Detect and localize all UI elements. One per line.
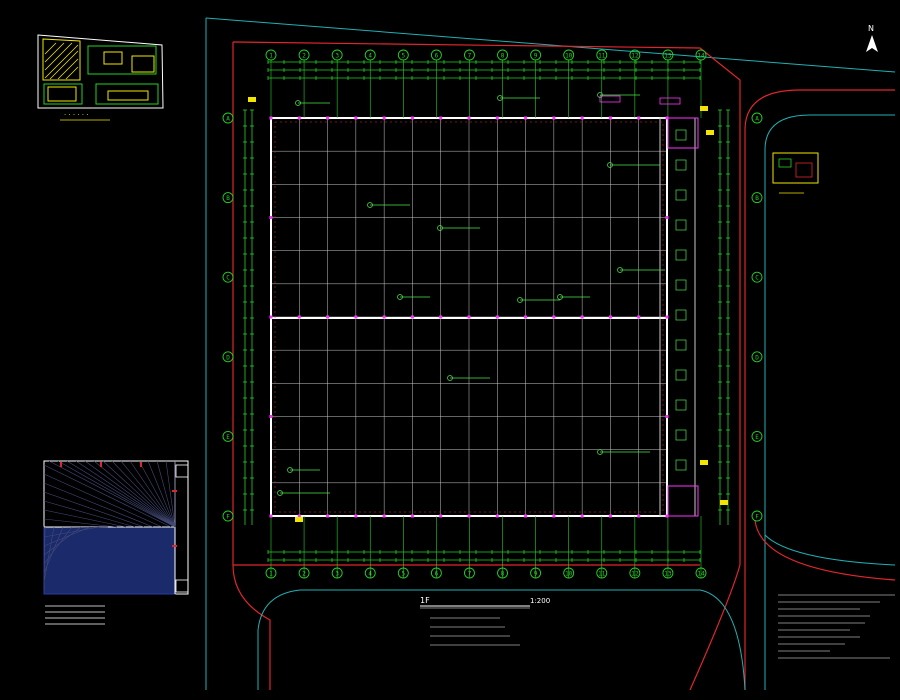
column-mark <box>297 315 301 319</box>
grid-label-col: 13 <box>664 53 672 60</box>
yellow-tag <box>700 460 708 465</box>
north-label: N <box>868 24 874 33</box>
grid-label-row: F <box>226 514 230 521</box>
column-mark <box>269 315 273 319</box>
grid-label-col: 12 <box>631 53 639 60</box>
grid-label-row: A <box>226 116 230 123</box>
column-mark <box>467 315 471 319</box>
cad-drawing-canvas[interactable]: · · · · · · 1122334455667788991010111112… <box>0 0 900 700</box>
plan-scale: 1:200 <box>530 597 550 605</box>
grid-label-row: B <box>755 195 759 202</box>
yellow-tag <box>700 106 708 111</box>
grid-label-col: 3 <box>335 571 339 578</box>
grid-label-col: 6 <box>435 53 439 60</box>
column-mark <box>382 315 386 319</box>
svg-text:· · · · · ·: · · · · · · <box>64 111 88 119</box>
grid-label-col: 7 <box>468 571 472 578</box>
column-mark <box>552 315 556 319</box>
column-mark <box>637 315 641 319</box>
grid-label-col: 9 <box>534 571 538 578</box>
column-mark <box>524 315 528 319</box>
column-mark <box>467 116 471 120</box>
yellow-tag <box>295 517 303 522</box>
column-mark <box>410 514 414 518</box>
yellow-tag <box>706 130 714 135</box>
grid-label-col: 12 <box>631 571 639 578</box>
column-mark <box>608 315 612 319</box>
column-mark <box>354 116 358 120</box>
grid-label-col: 10 <box>565 571 573 578</box>
column-mark <box>439 116 443 120</box>
column-mark <box>354 514 358 518</box>
grid-label-col: 2 <box>302 53 306 60</box>
column-mark <box>665 116 669 120</box>
grid-label-col: 5 <box>401 53 405 60</box>
grid-label-row: D <box>226 354 230 361</box>
grid-label-col: 14 <box>697 571 705 578</box>
column-mark <box>269 415 273 418</box>
column-mark <box>665 315 669 319</box>
column-mark <box>439 315 443 319</box>
column-mark <box>665 514 669 518</box>
column-mark <box>580 514 584 518</box>
grid-label-col: 11 <box>598 571 606 578</box>
grid-label-col: 7 <box>468 53 472 60</box>
column-mark <box>665 415 669 418</box>
grid-label-col: 9 <box>534 53 538 60</box>
grid-label-row: F <box>755 514 759 521</box>
plan-title: 1F <box>420 596 430 605</box>
column-mark <box>608 116 612 120</box>
grid-label-col: 13 <box>664 571 672 578</box>
grid-label-row: D <box>755 354 759 361</box>
grid-label-col: 3 <box>335 53 339 60</box>
column-mark <box>269 216 273 219</box>
column-mark <box>637 116 641 120</box>
column-mark <box>665 216 669 219</box>
column-mark <box>297 116 301 120</box>
grid-label-col: 14 <box>697 53 705 60</box>
column-mark <box>382 514 386 518</box>
column-mark <box>326 315 330 319</box>
grid-label-col: 1 <box>269 571 273 578</box>
grid-label-col: 6 <box>435 571 439 578</box>
column-mark <box>608 514 612 518</box>
column-mark <box>326 514 330 518</box>
column-mark <box>580 315 584 319</box>
column-mark <box>552 514 556 518</box>
grid-label-row: C <box>755 275 759 282</box>
grid-label-col: 1 <box>269 53 273 60</box>
yellow-tag <box>248 97 256 102</box>
grid-label-row: C <box>226 275 230 282</box>
column-mark <box>326 116 330 120</box>
grid-label-col: 4 <box>368 53 372 60</box>
column-mark <box>495 315 499 319</box>
grid-label-row: B <box>226 195 230 202</box>
grid-label-row: A <box>755 116 759 123</box>
column-mark <box>410 116 414 120</box>
grid-label-col: 4 <box>368 571 372 578</box>
column-mark <box>269 116 273 120</box>
grid-label-row: E <box>226 434 230 441</box>
column-mark <box>382 116 386 120</box>
grid-label-col: 2 <box>302 571 306 578</box>
column-mark <box>524 116 528 120</box>
grid-label-col: 8 <box>501 571 505 578</box>
column-mark <box>495 514 499 518</box>
column-mark <box>637 514 641 518</box>
column-mark <box>269 514 273 518</box>
grid-label-col: 8 <box>501 53 505 60</box>
grid-label-row: E <box>755 434 759 441</box>
grid-label-col: 10 <box>565 53 573 60</box>
column-mark <box>495 116 499 120</box>
column-mark <box>524 514 528 518</box>
grid-label-col: 11 <box>598 53 606 60</box>
column-mark <box>354 315 358 319</box>
column-mark <box>552 116 556 120</box>
grid-label-col: 5 <box>401 571 405 578</box>
yellow-tag <box>720 500 728 505</box>
column-mark <box>410 315 414 319</box>
column-mark <box>439 514 443 518</box>
column-mark <box>580 116 584 120</box>
column-mark <box>467 514 471 518</box>
